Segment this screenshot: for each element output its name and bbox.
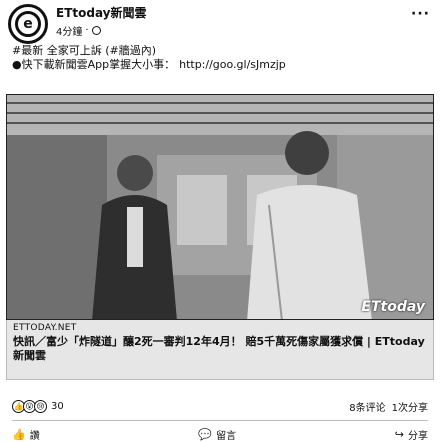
photo-scene bbox=[7, 95, 433, 319]
share-icon: ↪ bbox=[394, 427, 404, 441]
post-stats: 👍 😮 😢 30 8条评论 1次分享 bbox=[12, 398, 428, 414]
share-label: 分享 bbox=[408, 430, 428, 442]
comment-count[interactable]: 8条评论 bbox=[349, 399, 385, 414]
action-bar: 👍 讚 💬 留言 ↪ 分享 bbox=[12, 426, 428, 442]
preview-headline[interactable]: 快訊／富少「炸隧道」釀2死一審判12年4月！ 賠5千萬死傷家屬獲求償 | ETt… bbox=[13, 335, 427, 363]
photo-watermark: ETtoday bbox=[361, 299, 425, 315]
post-text-prefix: ●快下載新聞雲App掌握大小事： bbox=[12, 58, 176, 71]
sad-reaction-icon: 😢 bbox=[34, 399, 47, 413]
share-button[interactable]: ↪ 分享 bbox=[395, 426, 428, 442]
post-meta: 4分鐘 · bbox=[56, 23, 101, 38]
meta-separator: · bbox=[85, 25, 89, 36]
comment-icon: 💬 bbox=[198, 427, 213, 441]
thumbs-up-icon: 👍 bbox=[12, 427, 26, 441]
share-count[interactable]: 1次分享 bbox=[392, 399, 428, 414]
comment-button[interactable]: 💬 留言 bbox=[198, 426, 236, 442]
post-link[interactable]: http://goo.gl/sJmzjp bbox=[179, 58, 286, 72]
reaction-count: 30 bbox=[51, 400, 64, 412]
page-avatar[interactable]: e bbox=[8, 4, 48, 44]
divider bbox=[12, 420, 428, 421]
reactions-summary[interactable]: 👍 😮 😢 30 bbox=[12, 399, 64, 413]
engagement-counts: 8条评论 1次分享 bbox=[349, 399, 428, 414]
like-button[interactable]: 👍 讚 bbox=[12, 426, 40, 442]
facebook-post: e ETtoday新聞雲 4分鐘 · ··· #最新 全家可上訴 (#牆過內) … bbox=[0, 0, 440, 442]
page-name[interactable]: ETtoday新聞雲 bbox=[56, 4, 147, 21]
preview-domain: ETTODAY.NET bbox=[13, 323, 77, 333]
link-preview-image[interactable]: ETtoday bbox=[6, 94, 434, 320]
post-time[interactable]: 4分鐘 bbox=[56, 23, 82, 38]
link-preview-card[interactable]: ETTODAY.NET 快訊／富少「炸隧道」釀2死一審判12年4月！ 賠5千萬死… bbox=[6, 320, 434, 380]
post-text-line1: #最新 全家可上訴 (#牆過內) bbox=[12, 44, 157, 57]
globe-icon bbox=[91, 26, 101, 35]
like-label: 讚 bbox=[29, 430, 40, 442]
post-text-line2: ●快下載新聞雲App掌握大小事： http://goo.gl/sJmzjp bbox=[12, 58, 432, 72]
more-options-icon[interactable]: ··· bbox=[411, 6, 430, 22]
post-text: #最新 全家可上訴 (#牆過內) ●快下載新聞雲App掌握大小事： http:/… bbox=[12, 44, 432, 72]
comment-label: 留言 bbox=[216, 430, 237, 442]
ettoday-logo-icon: e bbox=[15, 11, 41, 37]
